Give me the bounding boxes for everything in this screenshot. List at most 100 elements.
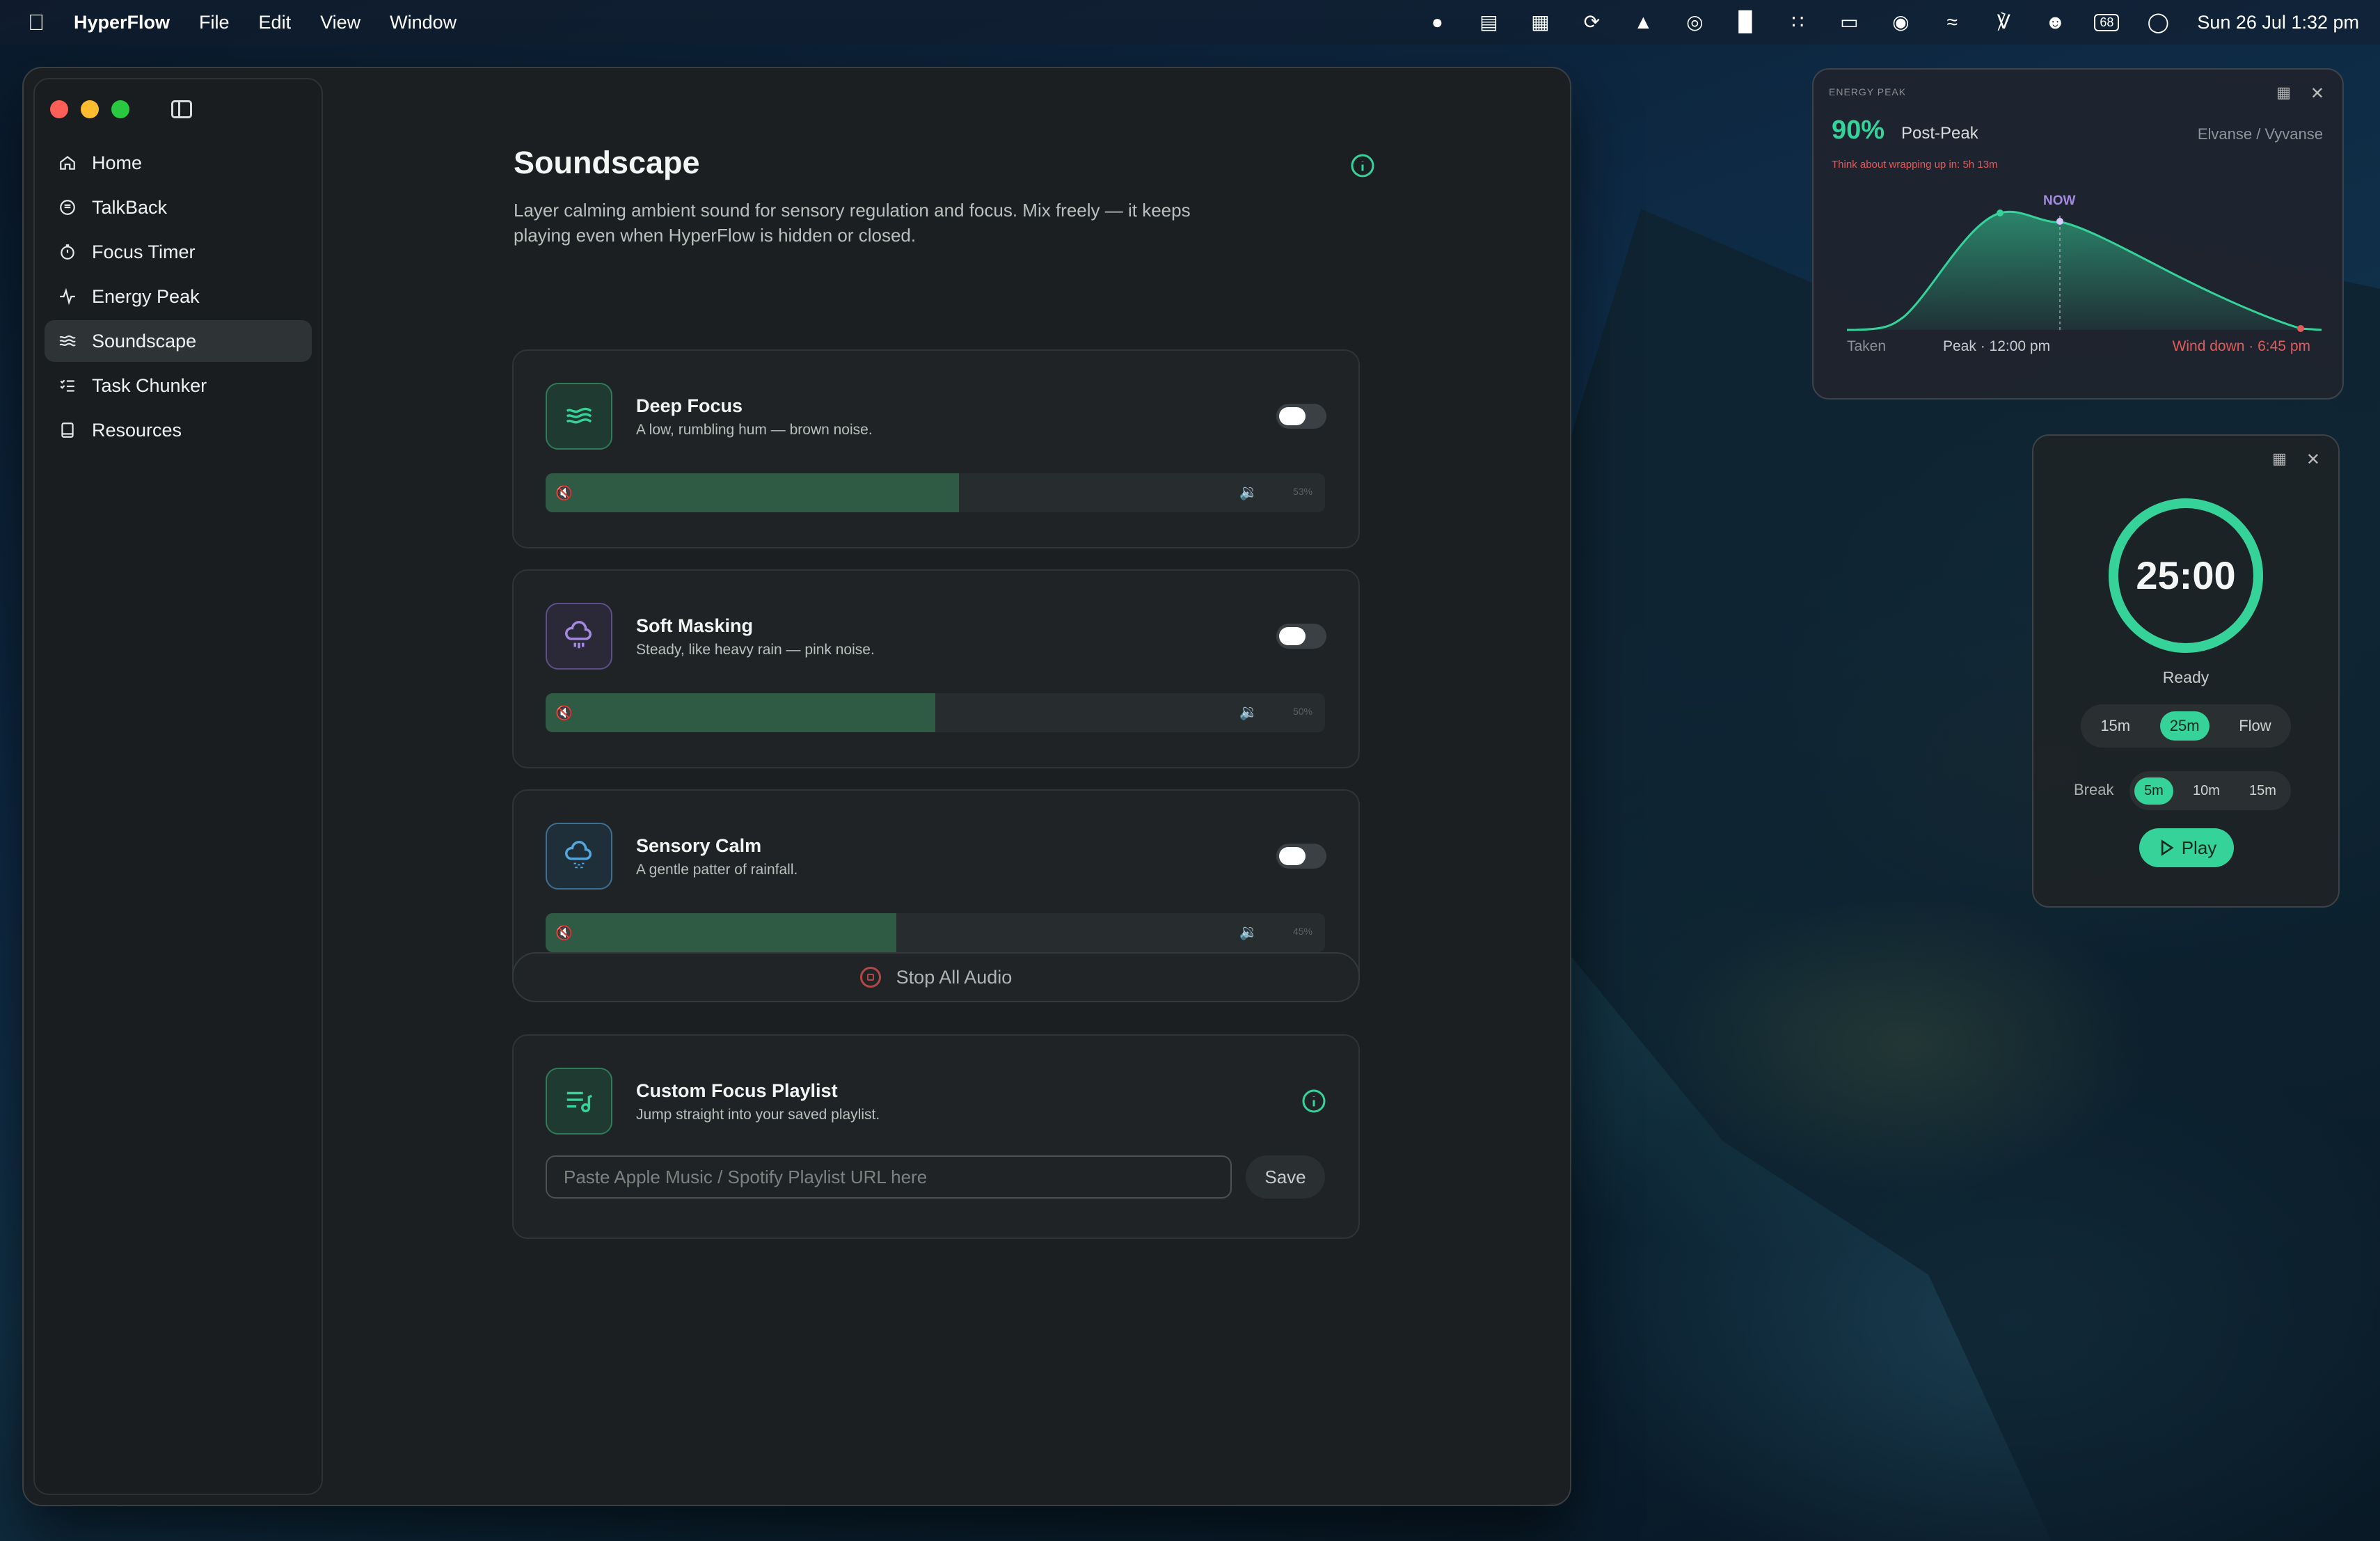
playlist-title: Custom Focus Playlist <box>636 1080 838 1101</box>
sidebar-item-label: TalkBack <box>92 196 168 218</box>
now-label: NOW <box>2043 193 2076 208</box>
energy-peak-widget: ENERGY PEAK ▦ ✕ 90% Post-Peak Elvanse / … <box>1812 68 2344 400</box>
break-5m[interactable]: 5m <box>2134 777 2173 805</box>
menu-file[interactable]: File <box>199 12 230 33</box>
break-15m[interactable]: 15m <box>2239 777 2286 805</box>
stop-icon <box>859 967 881 988</box>
sound-toggle[interactable] <box>1276 624 1326 649</box>
save-button[interactable]: Save <box>1246 1155 1325 1199</box>
widget-label: ENERGY PEAK <box>1829 86 1907 97</box>
control-center-icon[interactable]: ◯ <box>2145 12 2171 33</box>
sidebar-item-home[interactable]: Home <box>45 142 312 184</box>
sidebar: Home TalkBack Focus Timer Energy Peak So… <box>33 78 323 1495</box>
drop-icon[interactable]: ● <box>1425 12 1450 33</box>
apple-icon[interactable]:  <box>28 10 45 35</box>
sidebar-toggle-icon[interactable] <box>171 100 192 118</box>
sound-toggle[interactable] <box>1276 844 1326 869</box>
zoom-button[interactable] <box>111 100 129 118</box>
record-icon[interactable]: ◉ <box>1888 12 1913 33</box>
mute-icon[interactable]: 🔇 <box>555 924 573 942</box>
sidebar-item-resources[interactable]: Resources <box>45 409 312 451</box>
playlist-subtitle: Jump straight into your saved playlist. <box>636 1107 880 1123</box>
volume-fill <box>546 913 896 952</box>
play-button[interactable]: Play <box>2139 828 2234 867</box>
sidebar-item-label: Home <box>92 152 143 173</box>
sidebar-item-label: Task Chunker <box>92 374 207 396</box>
sound-title: Soft Masking <box>636 615 754 636</box>
menu-edit[interactable]: Edit <box>259 12 292 33</box>
info-icon[interactable] <box>1350 153 1375 182</box>
energy-percent: 90% <box>1832 116 1885 145</box>
mute-icon[interactable]: 🔇 <box>555 704 573 722</box>
layout-icon[interactable]: ▦ <box>1528 12 1553 33</box>
wind-down-label: Wind down · 6:45 pm <box>2172 338 2310 354</box>
widget-controls: ▦ ✕ <box>2272 450 2320 470</box>
volume-slider[interactable]: 🔇 🔉 50% <box>546 693 1325 732</box>
display-icon[interactable]: ▭ <box>1836 12 1862 33</box>
page-title: Soundscape <box>514 145 700 180</box>
people-icon[interactable]: ☻ <box>2042 12 2068 33</box>
battery-indicator[interactable]: 68 <box>2094 13 2120 31</box>
widget-layout-icon[interactable]: ▦ <box>2276 84 2291 104</box>
waves-icon <box>57 331 78 351</box>
playlist-card: Custom Focus Playlist Jump straight into… <box>512 1034 1360 1239</box>
sound-card-soft-masking: Soft Masking Steady, like heavy rain — p… <box>512 569 1360 768</box>
energy-curve-chart <box>1846 210 2322 332</box>
sidebar-item-label: Soundscape <box>92 330 197 351</box>
sidebar-item-focus-timer[interactable]: Focus Timer <box>45 231 312 273</box>
airpods-icon[interactable]: ℣ <box>1991 12 2016 33</box>
wifi-icon[interactable]: ≈ <box>1939 12 1965 33</box>
timer-status: Ready <box>2162 668 2210 686</box>
home-icon <box>57 152 78 173</box>
menu-app-name[interactable]: HyperFlow <box>74 12 170 33</box>
stopwatch-icon <box>57 242 78 262</box>
menu-clock[interactable]: Sun 26 Jul 1:32 pm <box>2197 12 2359 33</box>
break-label: Break <box>2074 781 2114 798</box>
break-selector: 5m 10m 15m <box>2129 771 2291 810</box>
sound-title: Deep Focus <box>636 395 743 416</box>
target-icon[interactable]: ◎ <box>1682 12 1707 33</box>
mute-icon[interactable]: 🔇 <box>555 484 573 502</box>
volume-slider[interactable]: 🔇 🔉 45% <box>546 913 1325 952</box>
playlist-url-input[interactable]: Paste Apple Music / Spotify Playlist URL… <box>546 1155 1232 1199</box>
sidebar-item-label: Energy Peak <box>92 285 200 307</box>
grid-icon[interactable]: ∷ <box>1785 12 1810 33</box>
duration-flow[interactable]: Flow <box>2229 711 2280 741</box>
stop-all-audio-button[interactable]: Stop All Audio <box>512 952 1360 1002</box>
duration-25m[interactable]: 25m <box>2159 711 2210 741</box>
focus-timer-widget: ▦ ✕ 25:00 Ready 15m 25m Flow Break 5m 10… <box>2032 434 2340 908</box>
sidebar-item-label: Resources <box>92 419 182 441</box>
sync-icon[interactable]: ⟳ <box>1579 12 1604 33</box>
close-icon[interactable]: ✕ <box>2310 84 2324 104</box>
sidebar-item-talkback[interactable]: TalkBack <box>45 187 312 228</box>
sidebar-item-energy-peak[interactable]: Energy Peak <box>45 276 312 317</box>
peak-dot <box>1997 210 2004 216</box>
sound-title: Sensory Calm <box>636 835 762 856</box>
playlist-icon <box>546 1068 612 1135</box>
sidebar-item-label: Focus Timer <box>92 241 196 262</box>
volume-slider[interactable]: 🔇 🔉 53% <box>546 473 1325 512</box>
page-description: Layer calming ambient sound for sensory … <box>514 200 1191 246</box>
duration-15m[interactable]: 15m <box>2091 711 2140 741</box>
close-icon[interactable]: ✕ <box>2306 450 2320 470</box>
menu-window[interactable]: Window <box>390 12 457 33</box>
medication-label: Elvanse / Vyvanse <box>2197 125 2323 143</box>
minimize-button[interactable] <box>81 100 99 118</box>
info-icon[interactable] <box>1301 1089 1326 1117</box>
close-button[interactable] <box>50 100 68 118</box>
news-icon[interactable]: ▤ <box>1476 12 1501 33</box>
pulse-icon <box>57 286 78 307</box>
meter-icon[interactable]: ▲ <box>1631 12 1656 33</box>
sidebar-item-task-chunker[interactable]: Task Chunker <box>45 365 312 406</box>
menu-view[interactable]: View <box>320 12 360 33</box>
window-controls <box>50 100 129 118</box>
sidebar-item-soundscape[interactable]: Soundscape <box>45 320 312 362</box>
chat-icon <box>57 197 78 218</box>
sound-toggle[interactable] <box>1276 404 1326 429</box>
speaker-icon: 🔉 <box>1239 483 1258 500</box>
taken-label: Taken <box>1847 338 1887 354</box>
bars-icon[interactable]: ▉ <box>1734 12 1759 33</box>
widget-layout-icon[interactable]: ▦ <box>2272 450 2287 470</box>
waves-icon <box>546 383 612 450</box>
break-10m[interactable]: 10m <box>2183 777 2230 805</box>
